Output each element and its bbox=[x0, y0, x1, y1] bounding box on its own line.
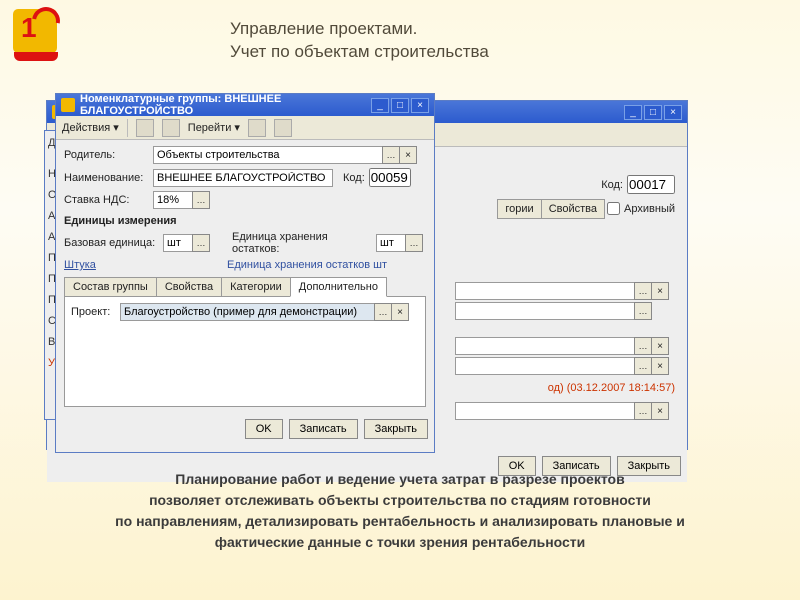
toolbar-icon-3[interactable] bbox=[248, 119, 266, 137]
storage-unit-label: Единица хранения остатков: bbox=[232, 231, 372, 255]
clear-icon[interactable]: × bbox=[399, 146, 417, 164]
red-note: од) (03.12.2007 18:14:57) bbox=[548, 382, 675, 394]
caption-line-3: по направлениям, детализировать рентабел… bbox=[70, 512, 730, 531]
picker-icon[interactable]: … bbox=[192, 234, 210, 252]
storage-note: Единица хранения остатков шт bbox=[227, 259, 387, 271]
caption-block: Планирование работ и ведение учета затра… bbox=[70, 470, 730, 554]
picker-icon[interactable]: … bbox=[382, 146, 400, 164]
kod-input[interactable] bbox=[627, 175, 675, 194]
close-button[interactable]: × bbox=[411, 98, 429, 113]
minimize-button[interactable]: _ bbox=[624, 105, 642, 120]
caption-line-1: Планирование работ и ведение учета затра… bbox=[70, 470, 730, 489]
archive-checkbox[interactable] bbox=[607, 202, 620, 215]
clear-icon[interactable]: × bbox=[391, 303, 409, 321]
tab-group-content[interactable]: Состав группы bbox=[64, 277, 157, 297]
picker-icon[interactable]: … bbox=[405, 234, 423, 252]
caption-line-2: позволяет отслеживать объекты строительс… bbox=[70, 491, 730, 510]
logo-1c: 1 bbox=[10, 6, 62, 56]
toolbar-icon-2[interactable] bbox=[162, 119, 180, 137]
tab-categories[interactable]: Категории bbox=[221, 277, 291, 297]
name-label: Наименование: bbox=[64, 172, 149, 184]
picker-icon[interactable]: … bbox=[634, 282, 652, 300]
parent-input[interactable] bbox=[153, 146, 383, 164]
base-unit-input[interactable] bbox=[163, 234, 193, 252]
bg-field-3[interactable] bbox=[455, 337, 635, 355]
toolbar-front: Действия ▾ Перейти ▾ bbox=[56, 116, 434, 140]
bg-field-5[interactable] bbox=[455, 402, 635, 420]
titlebar-text: Номенклатурные группы: ВНЕШНЕЕ БЛАГОУСТР… bbox=[80, 93, 371, 117]
project-label: Проект: bbox=[71, 306, 116, 318]
piece-link[interactable]: Штука bbox=[64, 259, 159, 271]
storage-unit-input[interactable] bbox=[376, 234, 406, 252]
archive-label: Архивный bbox=[624, 203, 675, 215]
save-button[interactable]: Записать bbox=[289, 419, 358, 439]
page-title-line1: Управление проектами.Учет по объектам ст… bbox=[230, 19, 489, 61]
clear-icon[interactable]: × bbox=[651, 282, 669, 300]
picker-icon[interactable]: … bbox=[634, 302, 652, 320]
clear-icon[interactable]: × bbox=[651, 402, 669, 420]
maximize-button[interactable]: □ bbox=[644, 105, 662, 120]
picker-icon[interactable]: … bbox=[374, 303, 392, 321]
maximize-button[interactable]: □ bbox=[391, 98, 409, 113]
tab-properties[interactable]: Свойства bbox=[156, 277, 222, 297]
kod-label: Код: bbox=[343, 172, 365, 184]
name-input[interactable] bbox=[153, 169, 333, 187]
tab-body: Проект: … × bbox=[64, 297, 426, 407]
tabs: Состав группы Свойства Категории Дополни… bbox=[64, 277, 426, 297]
ok-button[interactable]: OK bbox=[245, 419, 283, 439]
bg-field-2[interactable] bbox=[455, 302, 635, 320]
actions-menu[interactable]: Действия ▾ bbox=[62, 121, 119, 134]
bg-tabs: гории Свойства bbox=[498, 199, 605, 219]
close-button[interactable]: × bbox=[664, 105, 682, 120]
footer-buttons: OK Записать Закрыть bbox=[56, 413, 434, 445]
minimize-button[interactable]: _ bbox=[371, 98, 389, 113]
clear-icon[interactable]: × bbox=[651, 337, 669, 355]
kod-label: Код: bbox=[601, 179, 623, 191]
base-unit-label: Базовая единица: bbox=[64, 237, 159, 249]
tab-categories-bg[interactable]: гории bbox=[497, 199, 541, 219]
bg-field-4[interactable] bbox=[455, 357, 635, 375]
clear-icon[interactable]: × bbox=[651, 357, 669, 375]
project-input[interactable] bbox=[120, 303, 375, 321]
help-icon[interactable] bbox=[274, 119, 292, 137]
units-title: Единицы измерения bbox=[64, 215, 426, 227]
window-nomenclature-group: Номенклатурные группы: ВНЕШНЕЕ БЛАГОУСТР… bbox=[55, 93, 435, 453]
bg-field-1[interactable] bbox=[455, 282, 635, 300]
picker-icon[interactable]: … bbox=[634, 357, 652, 375]
vat-label: Ставка НДС: bbox=[64, 194, 149, 206]
titlebar-icon bbox=[61, 98, 75, 112]
kod-input[interactable] bbox=[369, 168, 411, 187]
titlebar-front[interactable]: Номенклатурные группы: ВНЕШНЕЕ БЛАГОУСТР… bbox=[56, 94, 434, 116]
parent-label: Родитель: bbox=[64, 149, 149, 161]
picker-icon[interactable]: … bbox=[634, 402, 652, 420]
page-title: Управление проектами.Учет по объектам ст… bbox=[230, 18, 730, 64]
caption-line-4: фактические данные с точки зрения рентаб… bbox=[70, 533, 730, 552]
goto-menu[interactable]: Перейти ▾ bbox=[188, 121, 240, 134]
toolbar-icon-1[interactable] bbox=[136, 119, 154, 137]
picker-icon[interactable]: … bbox=[192, 191, 210, 209]
close-button[interactable]: Закрыть bbox=[364, 419, 428, 439]
tab-additional[interactable]: Дополнительно bbox=[290, 277, 387, 297]
tab-properties-bg[interactable]: Свойства bbox=[541, 199, 605, 219]
picker-icon[interactable]: … bbox=[634, 337, 652, 355]
vat-input[interactable] bbox=[153, 191, 193, 209]
